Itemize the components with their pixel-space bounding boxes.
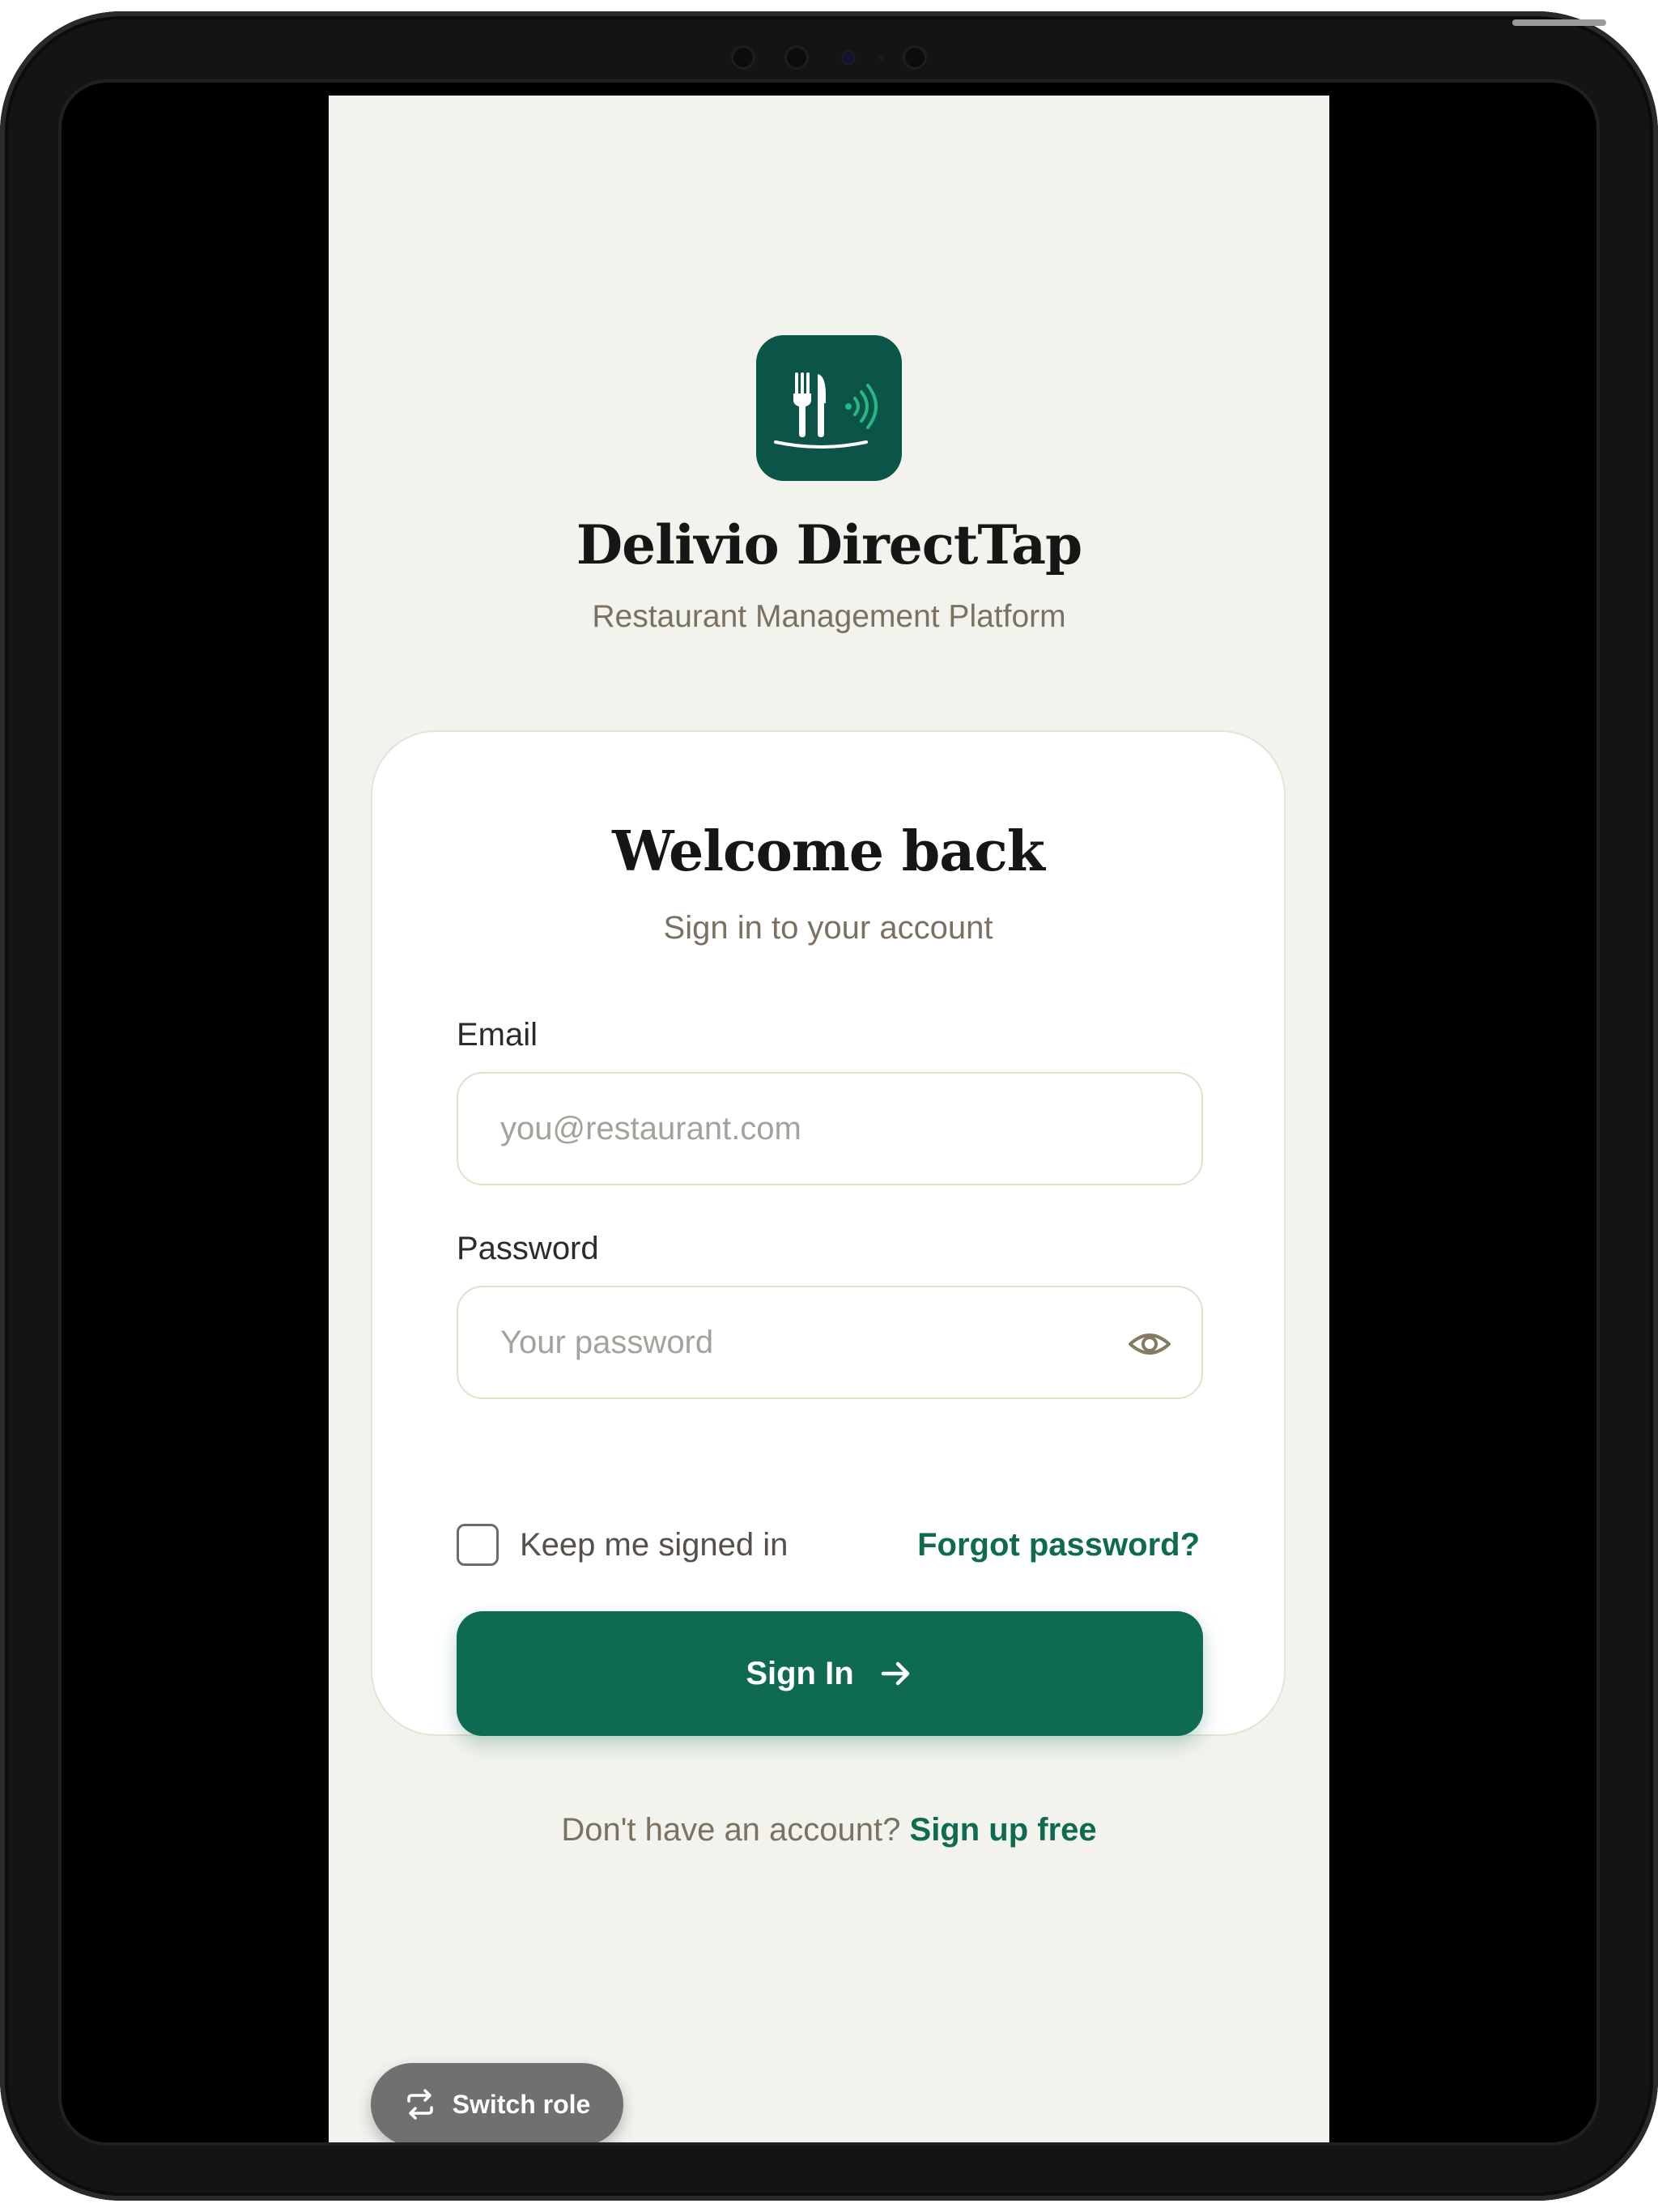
arrow-right-icon: [881, 1661, 909, 1686]
tablet-device-frame: Delivio DirectTap Restaurant Management …: [0, 11, 1658, 2201]
camera-indicator: [878, 54, 885, 61]
keep-signed-in-checkbox[interactable]: [457, 1524, 499, 1566]
forgot-password-link[interactable]: Forgot password?: [917, 1527, 1200, 1563]
password-field-container: [457, 1286, 1203, 1399]
sign-in-button[interactable]: Sign In: [457, 1611, 1203, 1736]
device-camera-bar: [695, 42, 963, 71]
device-side-button: [1512, 19, 1606, 26]
login-title: Welcome back: [612, 819, 1045, 884]
swap-arrows-icon: [406, 2089, 433, 2120]
email-label: Email: [457, 1017, 538, 1053]
app-tagline: Restaurant Management Platform: [592, 599, 1066, 634]
camera-lens: [731, 45, 755, 70]
password-label: Password: [457, 1231, 599, 1266]
keep-signed-in-label: Keep me signed in: [520, 1527, 789, 1563]
sign-in-label: Sign In: [746, 1655, 854, 1691]
app-name: Delivio DirectTap: [576, 513, 1082, 576]
switch-role-label: Switch role: [452, 2089, 591, 2119]
sign-up-link[interactable]: Sign up free: [910, 1812, 1097, 1848]
switch-role-button[interactable]: Switch role: [371, 2063, 623, 2142]
login-page: Delivio DirectTap Restaurant Management …: [329, 96, 1329, 2142]
password-field[interactable]: [500, 1287, 1116, 1397]
email-field-container: [457, 1072, 1203, 1185]
email-field[interactable]: [500, 1074, 1116, 1184]
camera-sensor: [843, 52, 854, 63]
signup-prompt: Don't have an account? Sign up free: [329, 1812, 1329, 1848]
camera-lens: [784, 45, 809, 70]
login-subtitle: Sign in to your account: [663, 910, 993, 946]
signup-prompt-text: Don't have an account?: [561, 1812, 901, 1848]
login-card: Welcome back Sign in to your account Ema…: [371, 730, 1286, 1736]
device-screen: Delivio DirectTap Restaurant Management …: [62, 83, 1596, 2142]
fork-knife-tap-icon: [774, 372, 878, 449]
camera-lens: [903, 45, 927, 70]
app-logo: [756, 335, 902, 481]
eye-icon[interactable]: [1127, 1321, 1172, 1367]
